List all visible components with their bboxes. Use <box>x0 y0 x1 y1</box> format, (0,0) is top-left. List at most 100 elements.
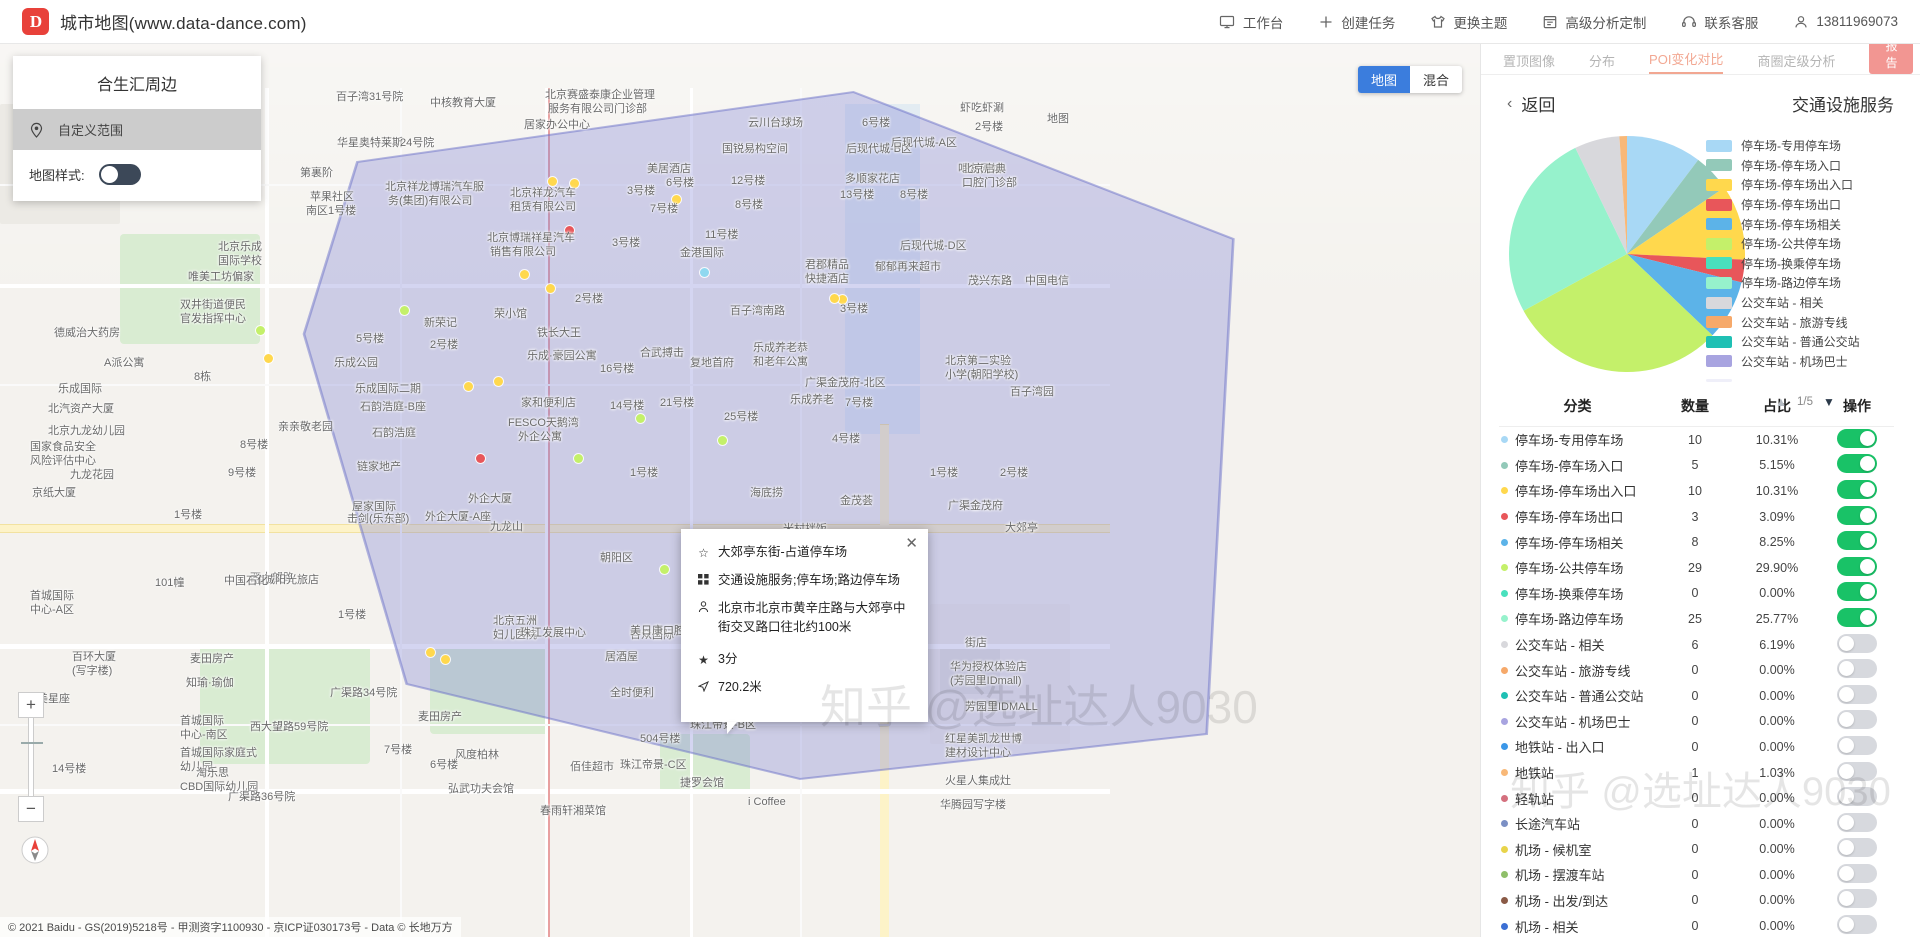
legend-item[interactable]: 停车场-专用停车场 <box>1706 136 1904 156</box>
legend-item[interactable]: 停车场-公共停车场 <box>1706 234 1904 254</box>
tab-distribution[interactable]: 分布 <box>1589 51 1615 74</box>
map-label: 中心-A区 <box>30 604 74 616</box>
map-poi-dot[interactable] <box>546 284 555 293</box>
nav-workbench[interactable]: 工作台 <box>1219 12 1283 32</box>
table-row[interactable]: 停车场-停车场出口 3 3.09% <box>1499 504 1894 530</box>
map-type-switch[interactable]: 地图 混合 <box>1357 66 1462 93</box>
map-type-option-map[interactable]: 地图 <box>1357 66 1410 93</box>
map-poi-dot[interactable] <box>660 565 669 574</box>
row-visibility-toggle[interactable] <box>1837 838 1877 858</box>
table-row[interactable]: 轻轨站 0 0.00% <box>1499 785 1894 811</box>
legend-item[interactable]: 公交车站 - 机场巴士 <box>1706 352 1904 372</box>
row-visibility-toggle[interactable] <box>1837 582 1877 602</box>
legend-swatch <box>1706 159 1732 172</box>
table-row[interactable]: 地铁站 1 1.03% <box>1499 760 1894 786</box>
map-poi-popup[interactable]: ✕ ☆ 大郊亭东街-占道停车场 交通设施服务;停车场;路边停车场 北京市北京市黄… <box>681 529 928 722</box>
map-style-toggle[interactable] <box>98 164 141 185</box>
row-visibility-toggle[interactable] <box>1837 531 1877 551</box>
row-visibility-toggle[interactable] <box>1837 761 1877 781</box>
row-visibility-toggle[interactable] <box>1837 787 1877 807</box>
map-poi-dot[interactable] <box>830 294 839 303</box>
table-row[interactable]: 机场 - 出发/到达 0 0.00% <box>1499 888 1894 914</box>
row-visibility-toggle[interactable] <box>1837 863 1877 883</box>
custom-range-row[interactable]: 自定义范围 <box>13 109 261 150</box>
row-visibility-toggle[interactable] <box>1837 454 1877 474</box>
map-poi-dot[interactable] <box>636 414 645 423</box>
zoom-out-button[interactable]: − <box>18 796 44 822</box>
table-row[interactable]: 停车场-路边停车场 25 25.77% <box>1499 606 1894 632</box>
tab-trade-area[interactable]: 商圈定级分析 <box>1757 51 1835 74</box>
close-icon[interactable]: ✕ <box>905 536 918 551</box>
row-visibility-toggle[interactable] <box>1837 659 1877 679</box>
map-poi-dot[interactable] <box>256 326 265 335</box>
row-visibility-toggle[interactable] <box>1837 812 1877 832</box>
map-zoom-control[interactable]: + − <box>18 692 44 822</box>
zoom-slider-track[interactable] <box>21 718 43 796</box>
table-row[interactable]: 停车场-专用停车场 10 10.31% <box>1499 427 1894 453</box>
legend-prev-button[interactable]: ▲ <box>1775 395 1787 409</box>
table-row[interactable]: 停车场-换乘停车场 0 0.00% <box>1499 581 1894 607</box>
row-visibility-toggle[interactable] <box>1837 428 1877 448</box>
row-visibility-toggle[interactable] <box>1837 479 1877 499</box>
legend-item[interactable]: 停车场-停车场相关 <box>1706 214 1904 234</box>
nav-user-phone[interactable]: 13811969073 <box>1792 13 1898 30</box>
legend-item[interactable]: 停车场-换乘停车场 <box>1706 254 1904 274</box>
row-visibility-toggle[interactable] <box>1837 915 1877 935</box>
row-visibility-toggle[interactable] <box>1837 607 1877 627</box>
map-label: 12号楼 <box>731 175 766 187</box>
table-row[interactable]: 公交车站 - 相关 6 6.19% <box>1499 632 1894 658</box>
table-row[interactable]: 停车场-停车场入口 5 5.15% <box>1499 453 1894 479</box>
table-row[interactable]: 公交车站 - 旅游专线 0 0.00% <box>1499 657 1894 683</box>
map-label: 乐成国际二期 <box>355 383 421 395</box>
legend-item[interactable]: 公交车站 - 旅游专线 <box>1706 312 1904 332</box>
tab-top-image[interactable]: 置顶图像 <box>1503 51 1555 74</box>
legend-item[interactable]: 公交车站 - 相关 <box>1706 293 1904 313</box>
table-row[interactable]: 停车场-公共停车场 29 29.90% <box>1499 555 1894 581</box>
nav-contact-support[interactable]: 联系客服 <box>1680 12 1758 32</box>
nav-create-task[interactable]: 创建任务 <box>1317 12 1395 32</box>
zoom-in-button[interactable]: + <box>18 692 44 718</box>
download-report-button[interactable]: 下载报告 <box>1869 44 1914 74</box>
nav-advanced-analysis[interactable]: 高级分析定制 <box>1541 12 1646 32</box>
table-row[interactable]: 停车场-停车场出入口 10 10.31% <box>1499 478 1894 504</box>
row-visibility-toggle[interactable] <box>1837 556 1877 576</box>
legend-item[interactable]: 停车场-停车场出入口 <box>1706 175 1904 195</box>
row-visibility-toggle[interactable] <box>1837 889 1877 909</box>
row-visibility-toggle[interactable] <box>1837 735 1877 755</box>
map-poi-dot[interactable] <box>464 382 473 391</box>
compass-icon[interactable] <box>18 833 52 867</box>
back-button[interactable]: ‹ 返回 <box>1507 91 1555 116</box>
area-selection-panel[interactable]: 合生汇周边 自定义范围 地图样式: <box>13 56 261 201</box>
tab-poi-compare[interactable]: POI变化对比 <box>1649 49 1724 74</box>
table-row[interactable]: 机场 - 候机室 0 0.00% <box>1499 837 1894 863</box>
map-poi-dot[interactable] <box>441 655 450 664</box>
legend-item[interactable]: 停车场-停车场出口 <box>1706 195 1904 215</box>
row-visibility-toggle[interactable] <box>1837 710 1877 730</box>
row-visibility-toggle[interactable] <box>1837 505 1877 525</box>
map-poi-dot[interactable] <box>700 268 709 277</box>
map-poi-dot[interactable] <box>494 377 503 386</box>
legend-item[interactable]: 停车场-路边停车场 <box>1706 273 1904 293</box>
legend-item[interactable]: 公交车站 - 普通公交站 <box>1706 332 1904 352</box>
table-row[interactable]: 机场 - 相关 0 0.00% <box>1499 913 1894 937</box>
map-area[interactable]: 友桥商店中核教育大厦百子湾31号院北京赛盛泰康企业管理服务有限公司门诊部虾吃虾涮… <box>0 44 1480 937</box>
table-row[interactable]: 地铁站 - 出入口 0 0.00% <box>1499 734 1894 760</box>
map-poi-dot[interactable] <box>426 648 435 657</box>
table-row[interactable]: 公交车站 - 普通公交站 0 0.00% <box>1499 683 1894 709</box>
legend-next-button[interactable]: ▼ <box>1823 395 1835 409</box>
map-poi-dot[interactable] <box>574 454 583 463</box>
row-visibility-toggle[interactable] <box>1837 633 1877 653</box>
table-row[interactable]: 公交车站 - 机场巴士 0 0.00% <box>1499 709 1894 735</box>
nav-change-theme[interactable]: 更换主题 <box>1429 12 1507 32</box>
map-poi-dot[interactable] <box>476 454 485 463</box>
table-row[interactable]: 长途汽车站 0 0.00% <box>1499 811 1894 837</box>
legend-item[interactable]: 停车场-停车场入口 <box>1706 156 1904 176</box>
map-type-option-hybrid[interactable]: 混合 <box>1410 66 1462 93</box>
map-poi-dot[interactable] <box>718 436 727 445</box>
map-poi-dot[interactable] <box>520 270 529 279</box>
row-visibility-toggle[interactable] <box>1837 684 1877 704</box>
table-row[interactable]: 停车场-停车场相关 8 8.25% <box>1499 529 1894 555</box>
map-poi-dot[interactable] <box>400 306 409 315</box>
map-poi-dot[interactable] <box>264 354 273 363</box>
table-row[interactable]: 机场 - 摆渡车站 0 0.00% <box>1499 862 1894 888</box>
